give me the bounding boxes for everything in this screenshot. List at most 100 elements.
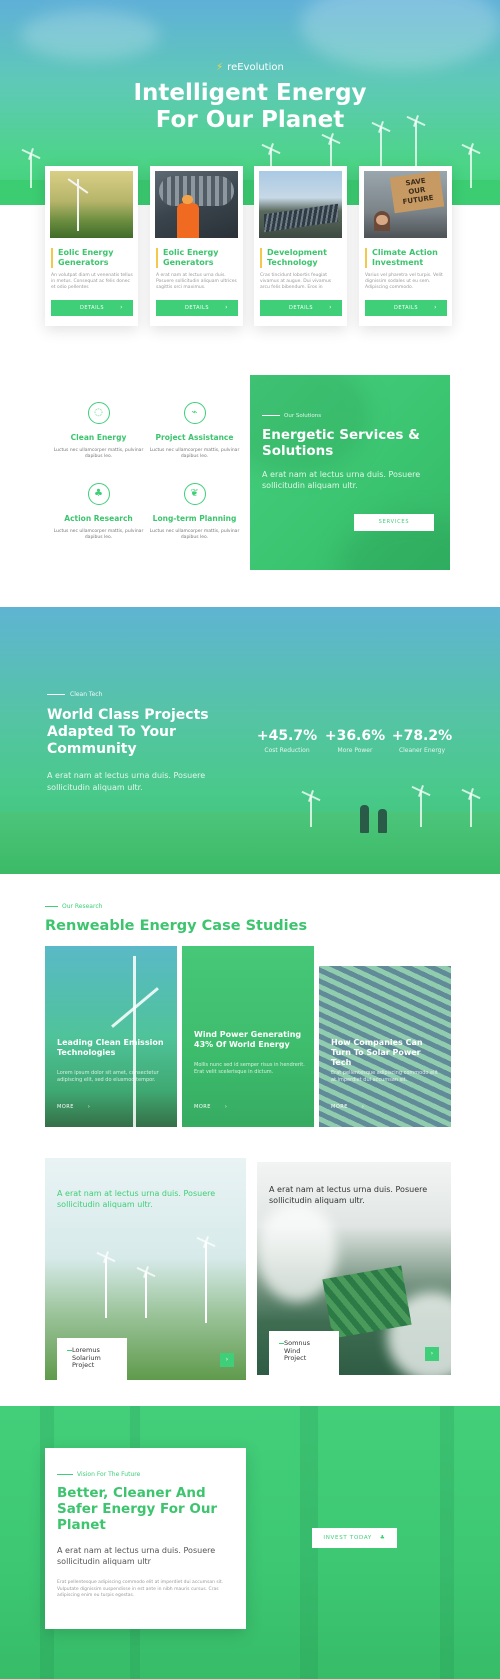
label-line: Project: [72, 1361, 95, 1369]
card-image-worker: [155, 171, 238, 238]
card-image-turbine: [50, 171, 133, 238]
card-title: Eolic Energy Generators: [156, 248, 238, 268]
solutions-text: A erat nam at lectus urna duis. Posuere …: [262, 470, 421, 490]
tree-icon: ♣: [379, 1535, 386, 1541]
case-text: Lorem ipsum dolor sit amet, consectetur …: [57, 1070, 159, 1083]
chart-icon: ⌁: [183, 402, 206, 424]
power-pole: [310, 797, 312, 827]
details-button[interactable]: DETAILS ›: [156, 300, 238, 316]
card-title: Eolic Energy Generators: [51, 248, 133, 268]
case-study-emission[interactable]: Leading Clean Emission Technologies Lore…: [45, 946, 177, 1127]
hero-title: Intelligent Energy For Our Planet: [0, 80, 500, 134]
service-action-research: ♣ Action Research Luctus nec ullamcorper…: [51, 483, 146, 541]
solutions-subtitle: Our Solutions: [262, 413, 321, 419]
more-label: MORE: [194, 1104, 211, 1110]
project-label: Loremus Solarium Project: [57, 1338, 127, 1380]
service-long-term-planning: ❦ Long-term Planning Luctus nec ullamcor…: [147, 483, 242, 541]
vision-small-text: Erat pellentesque adipiscing commodo eli…: [57, 1580, 224, 1598]
service-project-assistance: ⌁ Project Assistance Luctus nec ullamcor…: [147, 402, 242, 460]
label-line: Project: [284, 1354, 307, 1362]
chevron-right-icon: ›: [120, 304, 123, 311]
wind-turbine: [145, 1273, 147, 1318]
chevron-right-icon: ›: [87, 1104, 91, 1110]
card-title: Climate Action Investment: [365, 248, 447, 268]
projects-band: Clean Tech World Class Projects Adapted …: [0, 607, 500, 874]
card-eolic-1: Eolic Energy Generators An volutpat diam…: [45, 166, 138, 326]
button-label: DETAILS: [184, 305, 210, 311]
case-text: Mollis nunc sed id semper risus in hendr…: [194, 1062, 305, 1075]
power-pole: [470, 795, 472, 827]
card-development: Development Technology Cras tincidunt lo…: [254, 166, 347, 326]
stat-cost-reduction: +45.7% Cost Reduction: [256, 728, 318, 754]
stat-cleaner-energy: +78.2% Cleaner Energy: [391, 728, 453, 754]
wind-turbine: [470, 150, 472, 188]
service-title: Long-term Planning: [152, 514, 237, 523]
details-button[interactable]: DETAILS ›: [260, 300, 342, 316]
service-title: Project Assistance: [155, 433, 234, 442]
projects-subtitle: Clean Tech: [47, 691, 102, 698]
stat-value: +36.6%: [324, 728, 386, 744]
chevron-right-icon: ›: [361, 1104, 365, 1110]
vision-text: A erat nam at lectus urna duis. Posuere …: [57, 1546, 216, 1566]
service-text: Luctus nec ullamcorper mattis, pulvinar …: [149, 529, 240, 540]
wind-turbine: [105, 1258, 107, 1318]
case-title: Leading Clean Emission Technologies: [57, 1038, 164, 1057]
case-study-solar[interactable]: How Companies Can Turn To Solar Power Te…: [319, 946, 451, 1127]
wind-turbine: [30, 155, 32, 188]
chevron-right-icon: ›: [224, 1104, 228, 1110]
card-eolic-2: Eolic Energy Generators A erat nam at le…: [150, 166, 243, 326]
card-text: Varius vel pharetra vel turpis. Velit di…: [365, 273, 443, 290]
cloud: [20, 10, 160, 60]
stat-label: More Power: [337, 747, 373, 754]
hero-title-line2: For Our Planet: [155, 107, 345, 133]
arrow-right-button[interactable]: ›: [220, 1353, 234, 1367]
more-link[interactable]: MORE ›: [57, 1104, 90, 1110]
chevron-right-icon: ›: [225, 304, 228, 311]
solutions-panel: Our Solutions Energetic Services & Solut…: [250, 375, 450, 570]
projects-title: World Class Projects Adapted To Your Com…: [47, 707, 209, 757]
vision-card: Vision For The Future Better, Cleaner An…: [45, 1448, 246, 1629]
project-label: Somnus Wind Project: [269, 1331, 339, 1375]
service-clean-energy: ◌ Clean Energy Luctus nec ullamcorper ma…: [51, 402, 146, 460]
grass-field: [0, 812, 500, 874]
stat-value: +78.2%: [391, 728, 453, 744]
leaf-icon: ❦: [183, 483, 206, 505]
tree-trunk: [440, 1406, 454, 1679]
vision-subtitle: Vision For The Future: [57, 1471, 140, 1478]
arrow-right-button[interactable]: ›: [425, 1347, 439, 1361]
featured-project-solarium[interactable]: A erat nam at lectus urna duis. Posuere …: [45, 1158, 246, 1380]
card-image-protest: SAVE OUR FUTURE: [364, 171, 447, 238]
solutions-title: Energetic Services & Solutions: [262, 427, 420, 459]
services-button[interactable]: SERVICES: [354, 514, 434, 531]
stat-label: Cost Reduction: [264, 747, 310, 754]
vision-title: Better, Cleaner And Safer Energy For Our…: [57, 1485, 218, 1533]
tree-icon: ♣: [87, 483, 110, 505]
card-image-solar-building: [259, 171, 342, 238]
button-label: INVEST TODAY: [323, 1535, 372, 1541]
case-study-wind[interactable]: Wind Power Generating 43% Of World Energ…: [182, 946, 314, 1127]
button-label: DETAILS: [288, 305, 314, 311]
case-title: How Companies Can Turn To Solar Power Te…: [331, 1038, 423, 1067]
more-link[interactable]: MORE ›: [331, 1104, 364, 1110]
more-link[interactable]: MORE ›: [194, 1104, 227, 1110]
service-text: Luctus nec ullamcorper mattis, pulvinar …: [53, 448, 144, 459]
featured-quote: A erat nam at lectus urna duis. Posuere …: [57, 1189, 216, 1209]
service-title: Action Research: [64, 514, 133, 523]
card-text: A erat nam at lectus urna duis. Posuere …: [156, 273, 237, 290]
details-button[interactable]: DETAILS ›: [365, 300, 447, 316]
brand-logo[interactable]: ⚡ reEvolution: [0, 62, 500, 73]
button-label: DETAILS: [393, 305, 419, 311]
case-title: Wind Power Generating 43% Of World Energ…: [194, 1030, 302, 1049]
button-label: DETAILS: [79, 305, 105, 311]
invest-today-button[interactable]: INVEST TODAY ♣: [312, 1528, 397, 1548]
service-text: Luctus nec ullamcorper mattis, pulvinar …: [149, 448, 240, 459]
card-climate: SAVE OUR FUTURE Climate Action Investment …: [359, 166, 452, 326]
featured-project-somnus[interactable]: A erat nam at lectus urna duis. Posuere …: [257, 1162, 451, 1375]
service-text: Luctus nec ullamcorper mattis, pulvinar …: [53, 529, 144, 540]
more-label: MORE: [57, 1104, 74, 1110]
case-text: Erat pellentesque adipiscing commodo eli…: [331, 1070, 438, 1083]
more-label: MORE: [331, 1104, 348, 1110]
details-button[interactable]: DETAILS ›: [51, 300, 133, 316]
person-silhouette: [360, 805, 369, 833]
stat-label: Cleaner Energy: [398, 747, 446, 754]
